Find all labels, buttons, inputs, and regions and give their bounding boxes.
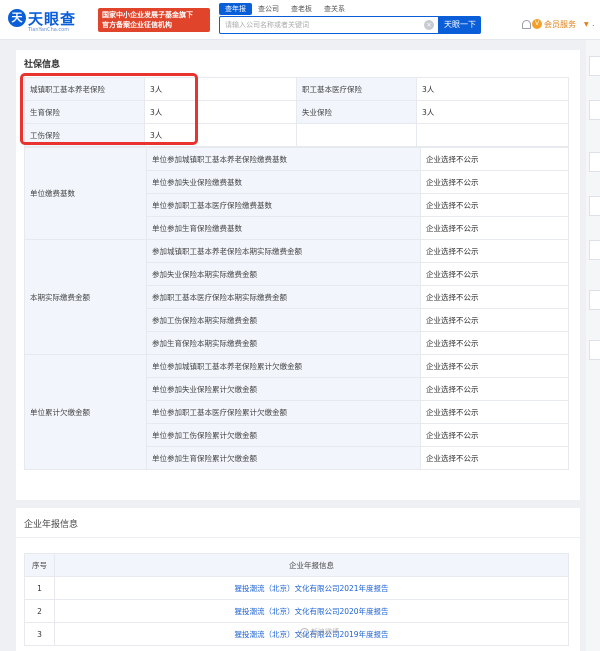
item-label: 参加失业保险本期实际缴费金额 [146, 262, 421, 286]
tab-relation[interactable]: 查关系 [318, 3, 351, 15]
divider [16, 537, 580, 538]
weibo-icon [300, 627, 309, 637]
clear-icon[interactable]: × [424, 20, 434, 30]
table-row: 2 猩投潮流（北京）文化有限公司2020年度报告 [24, 599, 569, 623]
item-value: 企业选择不公示 [420, 354, 569, 378]
annual-report-link[interactable]: 猩投潮流（北京）文化有限公司2020年度报告 [54, 599, 569, 623]
table-row: 1 猩投潮流（北京）文化有限公司2021年度报告 [24, 576, 569, 600]
table-header-row: 序号 企业年报信息 [24, 553, 569, 577]
bell-icon[interactable] [522, 20, 531, 29]
insurance-detail-table: 单位缴费基数 单位参加城镇职工基本养老保险缴费基数 企业选择不公示 单位参加失业… [24, 147, 569, 470]
table-row: 本期实际缴费金额 参加城镇职工基本养老保险本期实际缴费金额 企业选择不公示 [24, 239, 569, 355]
item-label: 单位参加城镇职工基本养老保险累计欠缴金额 [146, 354, 421, 378]
watermark: 新浪微博 [300, 627, 339, 637]
item-value: 企业选择不公示 [420, 423, 569, 447]
unemployment-label: 失业保险 [296, 100, 417, 124]
item-label: 参加城镇职工基本养老保险本期实际缴费金额 [146, 239, 421, 263]
official-badge: 国家中小企业发展子基金旗下 官方备案企业征信机构 [98, 8, 210, 32]
search-box: × [219, 16, 439, 34]
medical-value: 3人 [416, 77, 569, 101]
group-label: 本期实际缴费金额 [24, 239, 147, 355]
item-label: 单位参加职工基本医疗保险累计欠缴金额 [146, 400, 421, 424]
badge-line-2: 官方备案企业征信机构 [102, 21, 172, 29]
row-index: 1 [24, 576, 55, 600]
item-value: 企业选择不公示 [420, 331, 569, 355]
highlight-annotation-box [20, 73, 198, 145]
item-label: 单位参加失业保险累计欠缴金额 [146, 377, 421, 401]
side-panel-box[interactable] [589, 100, 600, 120]
side-panel-box[interactable] [589, 152, 600, 172]
watermark-text: 新浪微博 [311, 628, 339, 636]
vip-service-link[interactable]: 会员服务 [544, 19, 576, 30]
item-label: 单位参加工伤保险累计欠缴金额 [146, 423, 421, 447]
search-button[interactable]: 天眼一下 [439, 16, 481, 34]
item-label: 参加工伤保险本期实际缴费金额 [146, 308, 421, 332]
table-row: 单位缴费基数 单位参加城镇职工基本养老保险缴费基数 企业选择不公示 [24, 147, 569, 240]
column-header-index: 序号 [24, 553, 55, 577]
item-label: 单位参加失业保险缴费基数 [146, 170, 421, 194]
chevron-down-icon[interactable]: ▼ [584, 21, 589, 28]
item-value: 企业选择不公示 [420, 285, 569, 309]
row-index: 3 [24, 622, 55, 646]
item-label: 单位参加城镇职工基本养老保险缴费基数 [146, 147, 421, 171]
tianyancha-logo[interactable]: 天 天眼查 TianYanCha.com [8, 8, 96, 34]
item-value: 企业选择不公示 [420, 262, 569, 286]
badge-line-1: 国家中小企业发展子基金旗下 [102, 11, 193, 19]
logo-mark-icon: 天 [8, 9, 26, 27]
top-header: 天 天眼查 TianYanCha.com 国家中小企业发展子基金旗下 官方备案企… [0, 0, 600, 40]
group-label: 单位缴费基数 [24, 147, 147, 240]
social-insurance-title: 社保信息 [24, 60, 61, 70]
item-value: 企业选择不公示 [420, 193, 569, 217]
vip-icon: V [532, 19, 542, 29]
item-label: 单位参加生育保险累计欠缴金额 [146, 446, 421, 470]
group-label: 单位累计欠缴金额 [24, 354, 147, 470]
empty-cell [416, 123, 569, 147]
annual-report-table: 序号 企业年报信息 1 猩投潮流（北京）文化有限公司2021年度报告 2 猩投潮… [24, 553, 569, 646]
item-value: 企业选择不公示 [420, 400, 569, 424]
item-value: 企业选择不公示 [420, 308, 569, 332]
item-value: 企业选择不公示 [420, 377, 569, 401]
side-panel-box[interactable] [589, 340, 600, 360]
search-input[interactable] [220, 17, 420, 33]
item-value: 企业选择不公示 [420, 147, 569, 171]
side-panel-box[interactable] [589, 290, 600, 310]
medical-label: 职工基本医疗保险 [296, 77, 417, 101]
annual-report-title: 企业年报信息 [24, 520, 79, 530]
logo-subtitle: TianYanCha.com [28, 27, 70, 33]
tab-company[interactable]: 查公司 [252, 3, 285, 15]
item-label: 参加生育保险本期实际缴费金额 [146, 331, 421, 355]
unemployment-value: 3人 [416, 100, 569, 124]
item-value: 企业选择不公示 [420, 170, 569, 194]
item-label: 参加职工基本医疗保险本期实际缴费金额 [146, 285, 421, 309]
row-index: 2 [24, 599, 55, 623]
user-menu-truncated[interactable]: . [592, 19, 595, 28]
empty-cell [296, 123, 417, 147]
side-panel-box[interactable] [589, 196, 600, 216]
item-value: 企业选择不公示 [420, 446, 569, 470]
table-row: 单位累计欠缴金额 单位参加城镇职工基本养老保险累计欠缴金额 企业选择不公示 [24, 354, 569, 470]
table-row: 3 猩投潮流（北京）文化有限公司2019年度报告 [24, 622, 569, 646]
item-label: 单位参加生育保险缴费基数 [146, 216, 421, 240]
side-panel-box[interactable] [589, 56, 600, 76]
item-label: 单位参加职工基本医疗保险缴费基数 [146, 193, 421, 217]
annual-report-link[interactable]: 猩投潮流（北京）文化有限公司2021年度报告 [54, 576, 569, 600]
item-value: 企业选择不公示 [420, 216, 569, 240]
logo-text: 天眼查 [28, 10, 77, 28]
side-panel-box[interactable] [589, 240, 600, 260]
item-value: 企业选择不公示 [420, 239, 569, 263]
tab-annual-report[interactable]: 查年报 [219, 3, 252, 15]
column-header-info: 企业年报信息 [54, 553, 569, 577]
tab-boss[interactable]: 查老板 [285, 3, 318, 15]
search-type-tabs: 查年报 查公司 查老板 查关系 [219, 3, 351, 15]
